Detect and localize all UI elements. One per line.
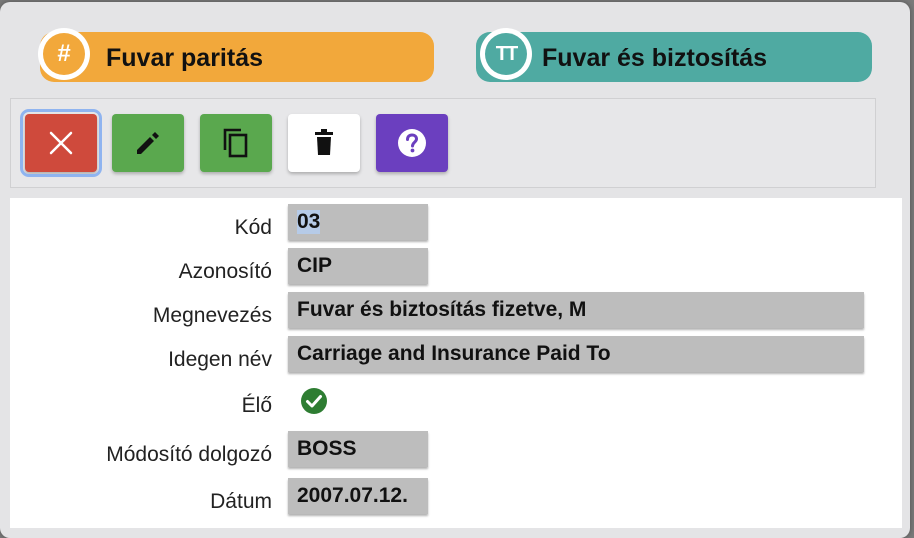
record-form: Kód 03 Azonosító CIP Megnevezés Fuvar és… — [10, 198, 902, 528]
toolbar — [10, 98, 876, 188]
modosito-label: Módosító dolgozó — [106, 443, 272, 466]
text-icon-glyph: TT — [485, 33, 527, 75]
header-right-title: Fuvar és biztosítás — [542, 44, 768, 72]
elo-label: Élő — [241, 394, 272, 417]
idegen-nev-label: Idegen név — [168, 348, 272, 371]
header-tab-fuvar-paritas[interactable]: # Fuvar paritás — [38, 28, 434, 82]
edit-button[interactable] — [112, 114, 184, 172]
azonosito-label: Azonosító — [178, 260, 272, 283]
row-azonosito: Azonosító CIP — [10, 248, 902, 284]
copy-button[interactable] — [200, 114, 272, 172]
delete-button[interactable] — [288, 114, 360, 172]
header-tab-fuvar-es-biztositas[interactable]: TT Fuvar és biztosítás — [476, 28, 872, 82]
hash-icon: # — [38, 28, 90, 80]
row-modosito: Módosító dolgozó BOSS — [10, 431, 902, 467]
datum-label: Dátum — [210, 490, 272, 513]
dialog: # Fuvar paritás TT Fuvar és biztosítás K… — [0, 2, 910, 538]
copy-icon — [223, 128, 248, 158]
azonosito-field[interactable]: CIP — [288, 248, 428, 284]
pencil-icon — [137, 132, 159, 154]
header-left-title: Fuvar paritás — [106, 44, 264, 72]
check-circle-icon[interactable] — [300, 387, 328, 415]
help-button[interactable] — [376, 114, 448, 172]
megnevezes-label: Megnevezés — [152, 304, 272, 327]
text-icon: TT — [480, 28, 532, 80]
trash-icon — [315, 129, 333, 155]
help-icon — [398, 129, 426, 157]
row-datum: Dátum 2007.07.12. — [10, 478, 902, 514]
megnevezes-field[interactable]: Fuvar és biztosítás fizetve, M — [288, 292, 864, 328]
close-button[interactable] — [20, 109, 102, 177]
modosito-field[interactable]: BOSS — [288, 431, 428, 467]
kod-field[interactable]: 03 — [288, 204, 428, 240]
datum-field[interactable]: 2007.07.12. — [288, 478, 428, 514]
row-megnevezes: Megnevezés Fuvar és biztosítás fizetve, … — [10, 292, 902, 328]
kod-label: Kód — [234, 216, 272, 239]
idegen-nev-field[interactable]: Carriage and Insurance Paid To — [288, 336, 864, 372]
hash-icon-glyph: # — [43, 33, 85, 75]
row-kod: Kód 03 — [10, 204, 902, 240]
row-elo: Élő — [10, 386, 902, 422]
close-icon — [49, 131, 73, 155]
row-idegen-nev: Idegen név Carriage and Insurance Paid T… — [10, 336, 902, 372]
kod-value: 03 — [297, 210, 321, 234]
